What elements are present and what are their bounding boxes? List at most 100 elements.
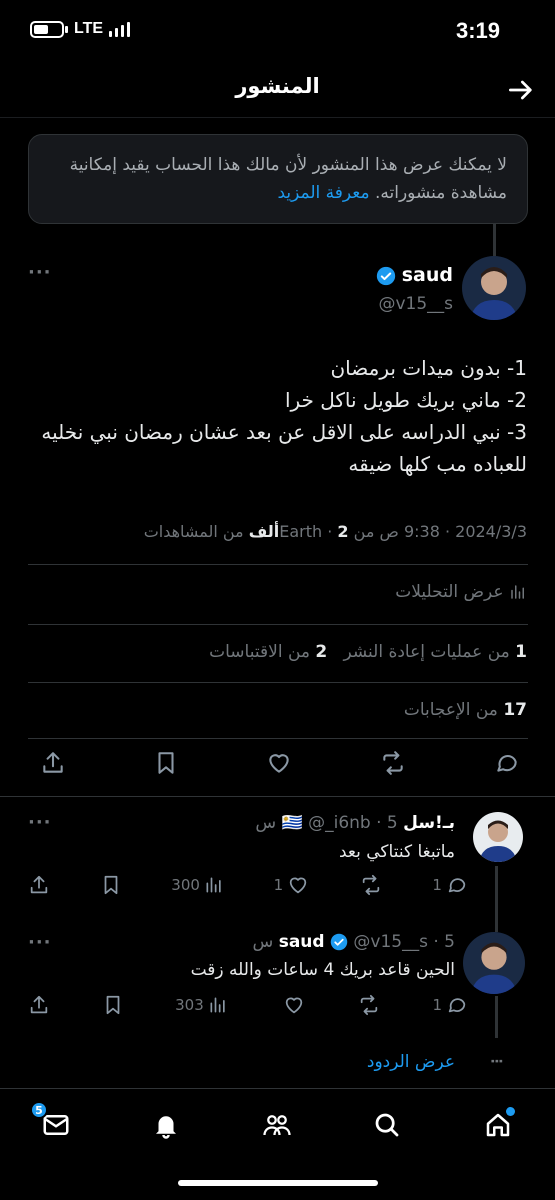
likes-count: 1 <box>273 876 284 894</box>
views-label: من المشاهدات <box>143 522 244 541</box>
heart-icon <box>289 877 307 894</box>
replies-count: 1 <box>432 996 442 1014</box>
like-button[interactable] <box>266 750 292 776</box>
divider <box>28 624 528 625</box>
avatar-photo <box>463 932 525 994</box>
analytics-label: عرض التحليلات <box>395 582 504 602</box>
reply-button[interactable]: 1 <box>432 994 468 1016</box>
verified-icon <box>376 266 395 285</box>
bookmark-button[interactable] <box>102 994 124 1016</box>
tab-communities[interactable] <box>257 1105 297 1145</box>
quotes-link[interactable]: 2 من الاقتباسات <box>209 642 327 662</box>
repost-button[interactable] <box>359 874 383 896</box>
network-type: LTE <box>74 20 104 37</box>
battery-icon <box>30 20 64 38</box>
people-icon <box>263 1115 291 1136</box>
views-count: 303 <box>175 996 204 1014</box>
bookmark-button[interactable] <box>153 750 179 776</box>
avatar[interactable] <box>462 256 526 320</box>
views-button[interactable]: 303 <box>175 995 228 1015</box>
status-bar: LTE 3:19 <box>0 0 555 62</box>
tweet-line: 1- بدون ميدات برمضان <box>330 356 527 380</box>
reply-author-name[interactable]: بـ!سل <box>403 813 455 833</box>
tweet-line: 2- ماني بريك طويل ناكل خرا <box>284 388 527 412</box>
repost-button[interactable] <box>379 750 407 776</box>
quotes-count: 2 <box>315 642 328 662</box>
reply-header: saud @v15__s · 5 س <box>252 932 455 952</box>
reply-button[interactable] <box>494 750 520 776</box>
tab-messages[interactable]: 5 <box>30 1101 76 1145</box>
tweet-text: 1- بدون ميدات برمضان 2- ماني بريك طويل ن… <box>27 352 527 480</box>
reply-author-name[interactable]: saud <box>279 932 325 952</box>
reposts-count: 1 <box>515 642 527 662</box>
share-button[interactable] <box>28 994 50 1016</box>
restricted-notice: لا يمكنك عرض هذا المنشور لأن مالك هذا ال… <box>28 134 528 224</box>
share-button[interactable] <box>40 750 66 776</box>
like-button[interactable]: 1 <box>274 874 310 896</box>
likes-link[interactable]: 17 من الإعجابات <box>27 700 527 720</box>
analytics-button[interactable]: عرض التحليلات <box>27 582 527 602</box>
like-button[interactable] <box>279 994 305 1016</box>
back-button[interactable] <box>505 74 537 106</box>
tweet-meta: 2024/3/3 · 9:38 ص من Earth · 2ألف من الم… <box>143 522 527 541</box>
more-icon[interactable]: ··· <box>28 812 52 833</box>
reply-avatar[interactable] <box>463 932 525 994</box>
tweet-time: 9:38 ص <box>379 522 440 541</box>
author-name-row[interactable]: saud <box>376 264 453 286</box>
arrow-right-icon <box>509 80 532 100</box>
tweet-actions <box>40 750 520 776</box>
bell-icon <box>156 1116 176 1139</box>
heart-icon <box>286 997 303 1014</box>
views-count: 300 <box>171 876 200 894</box>
reply-button[interactable]: 1 <box>432 874 468 896</box>
repost-icon <box>362 874 379 896</box>
replies-count: 1 <box>432 876 442 894</box>
more-icon[interactable]: ··· <box>28 932 52 953</box>
avatar-photo <box>462 256 526 320</box>
show-replies-link[interactable]: عرض الردود <box>367 1052 455 1072</box>
home-indicator <box>178 1180 378 1186</box>
status-indicators: LTE <box>30 20 131 38</box>
bookmark-button[interactable] <box>100 874 122 896</box>
reply-actions: 300 1 1 <box>28 874 468 896</box>
views-button[interactable]: 300 <box>171 875 224 895</box>
tweet-line: 3- نبي الدراسه على الاقل عن بعد عشان رمض… <box>41 420 527 476</box>
messages-badge: 5 <box>30 1101 48 1119</box>
more-replies-icon: ⋮ <box>488 1054 504 1069</box>
divider <box>28 738 528 739</box>
more-icon[interactable]: ··· <box>28 262 52 283</box>
tab-notifications[interactable] <box>146 1105 186 1145</box>
tweet-location: من Earth <box>279 522 375 541</box>
bookmark-icon <box>104 875 118 895</box>
repost-icon <box>360 994 378 1016</box>
share-icon <box>30 995 48 1014</box>
tweet-date: 2024/3/3 <box>455 522 527 541</box>
flag-icon: 🇺🇾 <box>281 813 303 833</box>
share-icon <box>30 875 48 894</box>
divider <box>0 796 555 797</box>
learn-more-link[interactable]: معرفة المزيد <box>277 183 369 203</box>
bookmark-icon <box>158 752 174 774</box>
reply-icon <box>448 998 466 1013</box>
tab-home[interactable] <box>478 1105 518 1145</box>
reply-avatar[interactable] <box>473 812 523 862</box>
analytics-icon <box>210 997 225 1013</box>
author-name[interactable]: saud <box>402 264 453 286</box>
home-dot <box>506 1107 515 1116</box>
analytics-icon <box>511 585 524 599</box>
reply-icon <box>448 878 466 893</box>
reposts-link[interactable]: 1 من عمليات إعادة النشر <box>343 642 527 662</box>
thread-line <box>495 996 498 1038</box>
repost-button[interactable] <box>357 994 381 1016</box>
reply-handle[interactable]: @v15__s <box>353 932 428 952</box>
tab-search[interactable] <box>367 1105 407 1145</box>
reply-handle[interactable]: @_i6nb <box>308 813 371 833</box>
share-icon <box>43 752 63 773</box>
share-button[interactable] <box>28 874 50 896</box>
quotes-label: من الاقتباسات <box>209 642 310 662</box>
verified-icon <box>330 933 348 951</box>
author-handle[interactable]: @v15__s <box>378 294 453 314</box>
repost-icon <box>383 751 403 775</box>
reposts-label: من عمليات إعادة النشر <box>343 642 510 662</box>
likes-label: من الإعجابات <box>403 700 498 720</box>
